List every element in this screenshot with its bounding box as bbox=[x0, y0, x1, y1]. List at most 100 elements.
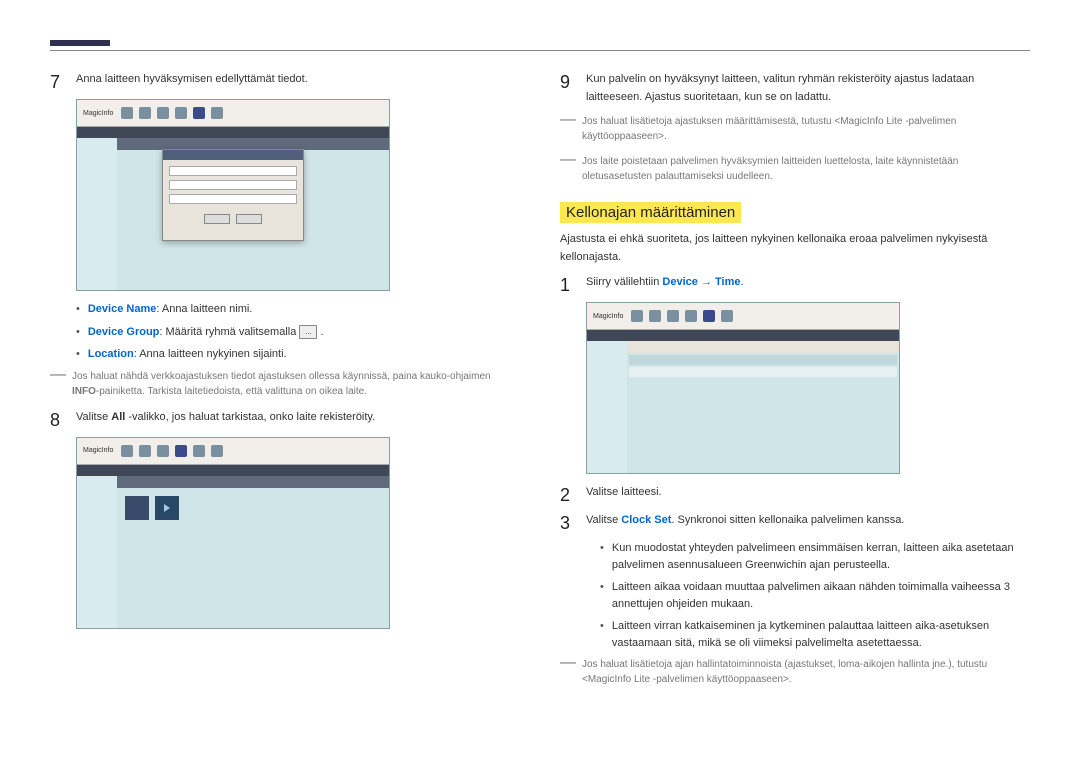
list-item: Kun muodostat yhteyden palvelimeen ensim… bbox=[600, 540, 1030, 573]
step-7: 7 Anna laitteen hyväksymisen edellyttämä… bbox=[50, 71, 520, 91]
screenshot-all-menu: MagicInfo bbox=[76, 437, 390, 629]
ss-toolbar-icons bbox=[631, 310, 733, 322]
toolbar-icon bbox=[139, 107, 151, 119]
step-3: 3 Valitse Clock Set. Synkronoi sitten ke… bbox=[560, 512, 1030, 532]
dialog-cancel-button bbox=[236, 214, 262, 224]
ss-toolbar-icons bbox=[121, 107, 223, 119]
field-desc: : Anna laitteen nimi. bbox=[156, 303, 252, 315]
ss-logo: MagicInfo bbox=[83, 110, 113, 117]
text: . Synkronoi sitten kellonaika palvelimen… bbox=[671, 514, 904, 526]
ss-content-toolbar bbox=[117, 476, 389, 488]
ss-topbar: MagicInfo bbox=[587, 303, 899, 330]
toolbar-icon bbox=[139, 445, 151, 457]
toolbar-icon bbox=[703, 310, 715, 322]
note-text: Jos haluat nähdä verkkoajastuksen tiedot… bbox=[72, 371, 491, 382]
dialog-titlebar bbox=[163, 150, 303, 160]
device-tab-label: Device bbox=[662, 276, 697, 288]
step-number: 1 bbox=[560, 274, 574, 294]
bullet-text: Laitteen virran katkaiseminen ja kytkemi… bbox=[612, 618, 1030, 651]
toolbar-icon bbox=[631, 310, 643, 322]
document-page: 7 Anna laitteen hyväksymisen edellyttämä… bbox=[0, 0, 1080, 697]
footnote: ― Jos laite poistetaan palvelimen hyväks… bbox=[560, 154, 1030, 184]
footnote: ― Jos haluat lisätietoja ajan hallintato… bbox=[560, 657, 1030, 687]
text: . bbox=[741, 276, 744, 288]
section-heading: Kellonajan määrittäminen bbox=[560, 202, 741, 223]
step-number: 2 bbox=[560, 484, 574, 504]
step-2: 2 Valitse laitteesi. bbox=[560, 484, 1030, 504]
intro-paragraph: Ajastusta ei ehkä suoriteta, jos laittee… bbox=[560, 231, 1030, 266]
toolbar-icon bbox=[649, 310, 661, 322]
clock-set-label: Clock Set bbox=[621, 514, 671, 526]
step-number: 7 bbox=[50, 71, 64, 91]
ss-logo: MagicInfo bbox=[593, 313, 623, 320]
ss-main-area bbox=[117, 488, 389, 628]
toolbar-icon bbox=[121, 107, 133, 119]
screenshot-time-tab: MagicInfo bbox=[586, 302, 900, 474]
time-tab-label: Time bbox=[715, 276, 740, 288]
toolbar-icon bbox=[685, 310, 697, 322]
ellipsis-button-icon: ... bbox=[299, 325, 317, 339]
step-text: Valitse Clock Set. Synkronoi sitten kell… bbox=[586, 512, 1030, 530]
step-9: 9 Kun palvelin on hyväksynyt laitteen, v… bbox=[560, 71, 1030, 106]
ss-topbar: MagicInfo bbox=[77, 100, 389, 127]
device-thumb bbox=[125, 496, 149, 520]
dialog-input bbox=[169, 180, 297, 190]
toolbar-icon bbox=[157, 445, 169, 457]
step-text: Anna laitteen hyväksymisen edellyttämät … bbox=[76, 71, 520, 89]
toolbar-icon bbox=[157, 107, 169, 119]
field-label: Device Group bbox=[88, 326, 160, 338]
step-8: 8 Valitse All -valikko, jos haluat tarki… bbox=[50, 409, 520, 429]
device-thumb bbox=[155, 496, 179, 520]
field-desc-after: . bbox=[320, 326, 323, 338]
field-desc: : Anna laitteen nykyinen sijainti. bbox=[134, 348, 287, 360]
right-column: 9 Kun palvelin on hyväksynyt laitteen, v… bbox=[560, 71, 1030, 697]
ss-toolbar-icons bbox=[121, 445, 223, 457]
ss-content-toolbar bbox=[627, 341, 899, 353]
toolbar-icon bbox=[121, 445, 133, 457]
step-text: Kun palvelin on hyväksynyt laitteen, val… bbox=[586, 71, 1030, 106]
dialog-input bbox=[169, 166, 297, 176]
two-column-layout: 7 Anna laitteen hyväksymisen edellyttämä… bbox=[50, 71, 1030, 697]
step-text: Valitse laitteesi. bbox=[586, 484, 1030, 502]
ss-topbar: MagicInfo bbox=[77, 438, 389, 465]
dash-icon: ― bbox=[560, 114, 576, 144]
toolbar-icon bbox=[667, 310, 679, 322]
toolbar-icon bbox=[193, 107, 205, 119]
left-column: 7 Anna laitteen hyväksymisen edellyttämä… bbox=[50, 71, 520, 697]
ss-sidebar bbox=[77, 138, 118, 290]
header-rule bbox=[50, 50, 1030, 51]
step-number: 9 bbox=[560, 71, 574, 91]
footnote: ― Jos haluat nähdä verkkoajastuksen tied… bbox=[50, 369, 520, 399]
ss-main-area bbox=[627, 353, 899, 473]
step-number: 3 bbox=[560, 512, 574, 532]
step-text: Siirry välilehtiin Device → Time. bbox=[586, 274, 1030, 292]
sub-bullet-list: Kun muodostat yhteyden palvelimeen ensim… bbox=[560, 540, 1030, 651]
table-row bbox=[629, 367, 897, 377]
note-text: Jos haluat lisätietoja ajastuksen määrit… bbox=[582, 114, 1030, 144]
table-header-row bbox=[629, 355, 897, 365]
field-label: Device Name bbox=[88, 303, 157, 315]
arrow-icon: → bbox=[698, 276, 715, 288]
list-item: Location: Anna laitteen nykyinen sijaint… bbox=[76, 346, 520, 363]
field-description-list: Device Name: Anna laitteen nimi. Device … bbox=[50, 301, 520, 363]
dialog-buttons bbox=[163, 210, 303, 228]
note-text: Jos haluat lisätietoja ajan hallintatoim… bbox=[582, 657, 1030, 687]
text: Siirry välilehtiin bbox=[586, 276, 662, 288]
dialog-body bbox=[163, 160, 303, 210]
ss-sidebar bbox=[587, 341, 628, 473]
text: Valitse bbox=[586, 514, 621, 526]
list-item: Laitteen virran katkaiseminen ja kytkemi… bbox=[600, 618, 1030, 651]
screenshot-approve-device: MagicInfo bbox=[76, 99, 390, 291]
all-label: All bbox=[111, 411, 125, 423]
step-text: Valitse All -valikko, jos haluat tarkist… bbox=[76, 409, 520, 427]
text: Valitse bbox=[76, 411, 111, 423]
toolbar-icon bbox=[193, 445, 205, 457]
ss-sidebar bbox=[77, 476, 118, 628]
dash-icon: ― bbox=[560, 154, 576, 184]
toolbar-icon bbox=[175, 445, 187, 457]
list-item: Device Name: Anna laitteen nimi. bbox=[76, 301, 520, 318]
toolbar-icon bbox=[211, 107, 223, 119]
toolbar-icon bbox=[211, 445, 223, 457]
dialog-ok-button bbox=[204, 214, 230, 224]
ss-logo: MagicInfo bbox=[83, 447, 113, 454]
